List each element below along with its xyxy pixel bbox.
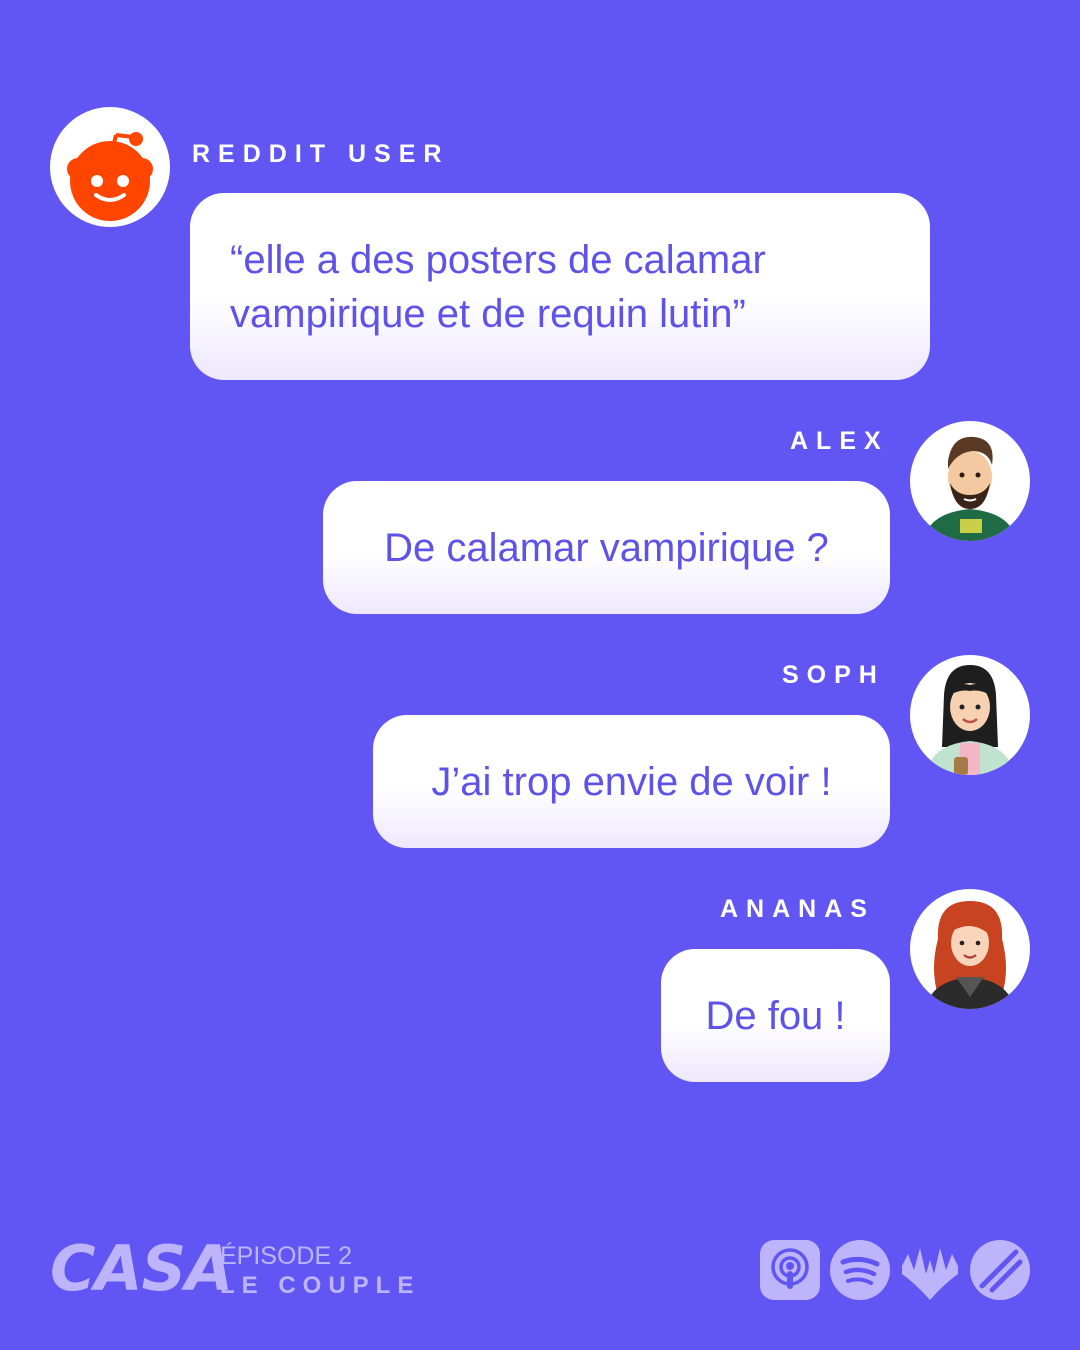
ananas-portrait <box>926 901 1014 1009</box>
message-text: De fou ! <box>705 993 846 1038</box>
message-text-line: vampirique et de requin lutin” <box>230 291 746 336</box>
episode-number: ÉPISODE 2 <box>220 1242 352 1270</box>
reddit-icon <box>67 132 153 221</box>
soph-avatar <box>910 655 1030 775</box>
apple-podcasts-icon[interactable] <box>760 1240 820 1300</box>
soph-portrait <box>926 665 1014 775</box>
message-bubble-soph: J’ai trop envie de voir ! <box>373 715 890 848</box>
reddit-avatar <box>50 107 170 227</box>
deezer-icon[interactable] <box>900 1240 960 1300</box>
speaker-alex: ALEX <box>790 427 889 455</box>
message-bubble-alex: De calamar vampirique ? <box>323 481 890 614</box>
alex-avatar <box>910 421 1030 541</box>
podcast-addict-icon[interactable] <box>970 1240 1030 1300</box>
message-bubble-ananas: De fou ! <box>661 949 890 1082</box>
message-text: De calamar vampirique ? <box>384 525 829 570</box>
speaker-soph: SOPH <box>782 661 885 689</box>
message-text: J’ai trop envie de voir ! <box>431 759 832 804</box>
message-bubble-reddit: “elle a des posters de calamar vampiriqu… <box>190 193 930 380</box>
episode-title: LE COUPLE <box>220 1272 421 1299</box>
ananas-avatar <box>910 889 1030 1009</box>
spotify-icon[interactable] <box>830 1240 890 1300</box>
speaker-reddit-user: REDDIT USER <box>192 140 450 168</box>
message-text-line: “elle a des posters de calamar <box>230 237 766 282</box>
alex-portrait <box>924 436 1016 541</box>
casa-logo: CASA <box>50 1232 233 1305</box>
speaker-ananas: ANANAS <box>720 895 875 923</box>
